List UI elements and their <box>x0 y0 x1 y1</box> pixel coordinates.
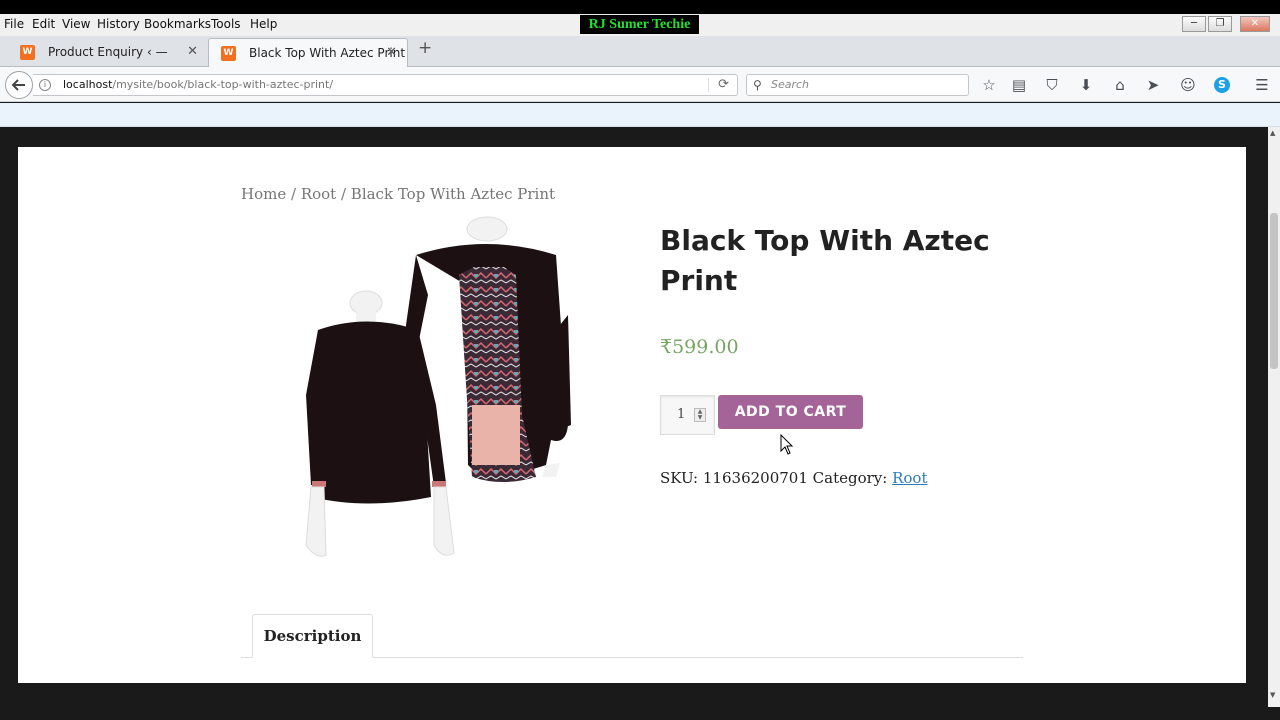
tab-description[interactable]: Description <box>252 614 373 658</box>
info-icon[interactable]: i <box>39 79 51 91</box>
star-icon[interactable]: ☆ <box>979 75 999 95</box>
title-strip <box>0 0 1280 14</box>
search-icon: ⚲ <box>753 78 762 92</box>
add-to-cart-button[interactable]: ADD TO CART <box>718 395 863 429</box>
download-icon[interactable]: ⬇ <box>1076 75 1096 95</box>
sku-value: 11636200701 <box>702 469 808 487</box>
sku-label: SKU: <box>660 469 699 487</box>
mouse-cursor-icon <box>780 434 794 455</box>
breadcrumb-home[interactable]: Home <box>241 185 286 203</box>
skype-icon[interactable]: S <box>1214 77 1230 93</box>
chat-icon[interactable]: ☺ <box>1178 75 1198 95</box>
scroll-down-icon[interactable]: ▼ <box>1270 691 1275 699</box>
menu-file[interactable]: File <box>4 17 24 31</box>
url-path: /mysite/book/black-top-with-aztec-print/ <box>112 78 334 91</box>
product-price: ₹599.00 <box>660 336 739 358</box>
url-host: localhost <box>63 78 113 91</box>
search-placeholder: Search <box>771 78 810 91</box>
menu-history[interactable]: History <box>97 17 140 31</box>
bookmarks-toolbar <box>0 103 1280 127</box>
menu-view[interactable]: View <box>62 17 90 31</box>
pocket-icon[interactable]: ⛉ <box>1042 75 1062 95</box>
breadcrumb-separator: / <box>286 185 301 203</box>
navigation-bar: i localhost/mysite/book/black-top-with-a… <box>0 67 1280 102</box>
tab-black-top[interactable]: W Black Top With Aztec Print ✕ <box>208 38 408 67</box>
back-button[interactable] <box>5 71 33 99</box>
product-image[interactable] <box>246 215 576 577</box>
send-icon[interactable]: ➤ <box>1143 75 1163 95</box>
search-input[interactable]: ⚲ Search <box>746 74 969 96</box>
scroll-up-icon[interactable]: ▲ <box>1270 129 1275 137</box>
new-tab-button[interactable]: + <box>418 38 432 58</box>
minimize-button[interactable]: ─ <box>1182 16 1206 32</box>
quantity-value: 1 <box>677 407 686 422</box>
breadcrumb: Home / Root / Black Top With Aztec Print <box>241 185 555 203</box>
product-meta: SKU: 11636200701 Category: Root <box>660 469 927 487</box>
back-arrow-icon <box>11 79 25 91</box>
scrollbar-thumb[interactable] <box>1270 213 1278 369</box>
url-bar[interactable]: i localhost/mysite/book/black-top-with-a… <box>33 74 738 96</box>
tab-bar: W Product Enquiry ‹ — Word... ✕ W Black … <box>0 36 1280 87</box>
breadcrumb-current: Black Top With Aztec Print <box>350 185 556 203</box>
page-viewport: Home / Root / Black Top With Aztec Print <box>0 127 1268 720</box>
wordpress-favicon-icon: W <box>221 46 236 61</box>
breadcrumb-separator: / <box>336 185 351 203</box>
menu-help[interactable]: Help <box>250 17 277 31</box>
category-label: Category: <box>812 469 888 487</box>
tab-close-icon[interactable]: ✕ <box>187 38 198 66</box>
product-title: Black Top With Aztec Print <box>660 224 990 297</box>
quantity-stepper[interactable]: 1 ▲ ▼ <box>660 395 715 435</box>
tab-title: Black Top With Aztec Print <box>249 46 406 60</box>
breadcrumb-root[interactable]: Root <box>301 185 336 203</box>
home-icon[interactable]: ⌂ <box>1110 75 1130 95</box>
menu-edit[interactable]: Edit <box>32 17 55 31</box>
tab-product-enquiry[interactable]: W Product Enquiry ‹ — Word... ✕ <box>8 38 208 87</box>
reading-list-icon[interactable]: ▤ <box>1009 75 1029 95</box>
close-window-button[interactable]: ✕ <box>1240 16 1270 32</box>
category-link[interactable]: Root <box>892 469 927 487</box>
channel-watermark: RJ Sumer Techie <box>580 15 699 34</box>
restore-button[interactable]: ❐ <box>1208 16 1232 32</box>
menu-tools[interactable]: Tools <box>211 17 241 31</box>
product-page: Home / Root / Black Top With Aztec Print <box>18 147 1246 683</box>
wordpress-favicon-icon: W <box>20 45 35 60</box>
menu-bookmarks[interactable]: Bookmarks <box>144 17 211 31</box>
divider <box>708 78 709 92</box>
reload-icon[interactable]: ⟳ <box>718 75 729 95</box>
menu-icon[interactable]: ☰ <box>1252 75 1272 95</box>
spinner-arrows-icon[interactable]: ▲ ▼ <box>694 408 706 422</box>
page-scrollbar[interactable]: ▲ ▼ <box>1268 127 1280 707</box>
tab-close-icon[interactable]: ✕ <box>386 39 397 67</box>
